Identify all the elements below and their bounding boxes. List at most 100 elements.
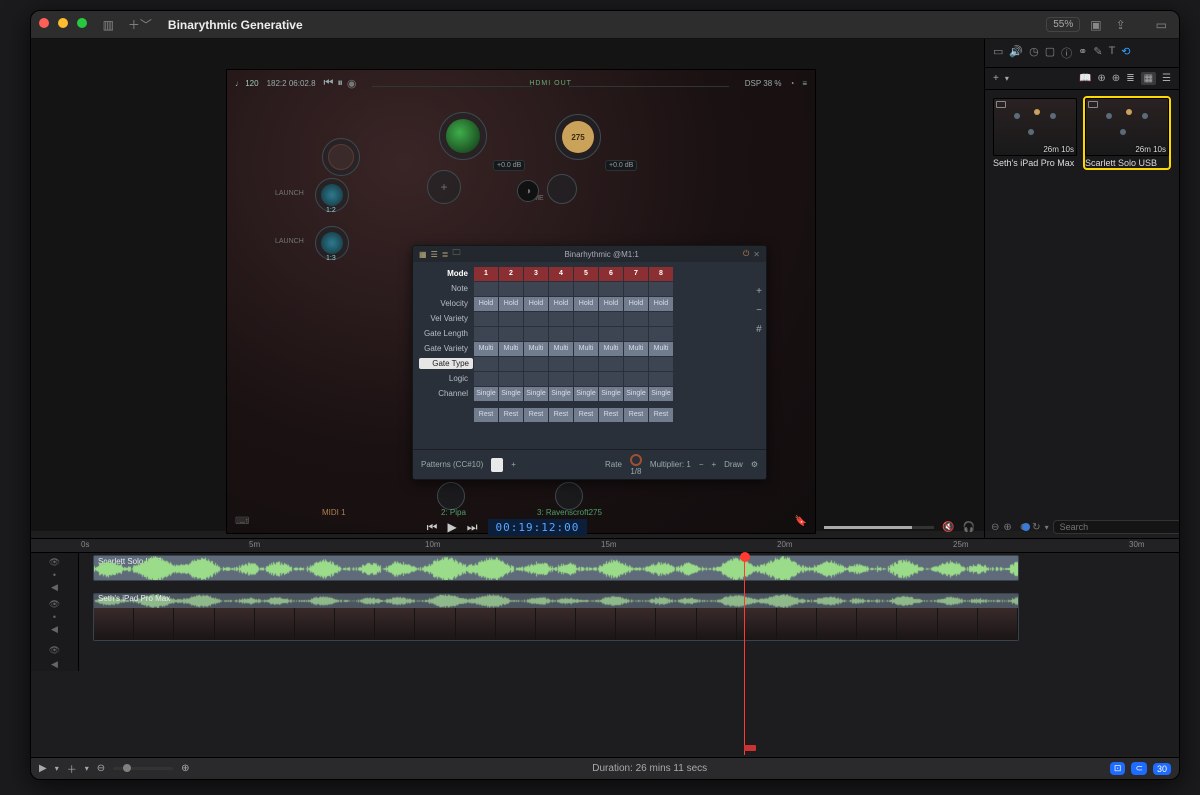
ipad-menu-icon[interactable]: ≡ — [802, 79, 807, 88]
timeline-zoom-slider[interactable] — [113, 767, 173, 770]
minimize-button[interactable] — [58, 18, 68, 28]
thumb-ipad[interactable]: 26m 10s Seth's iPad Pro Max — [993, 98, 1077, 168]
step-2[interactable]: 2 — [499, 267, 523, 281]
step-6[interactable]: 6 — [599, 267, 623, 281]
fullscreen-button[interactable] — [77, 18, 87, 28]
sp-clock-icon[interactable]: ◷ — [1029, 45, 1039, 61]
draw-label[interactable]: Draw — [724, 460, 743, 469]
time-ruler[interactable]: 0s 5m 10m 15m 20m 25m 30m — [31, 539, 1179, 553]
ipad-tuner-icon[interactable]: ◔ — [789, 79, 794, 88]
panels-toggle-icon[interactable]: ▭ — [1152, 18, 1171, 32]
sp-info-icon[interactable]: ⓘ — [1061, 45, 1072, 61]
ipad-pause-icon[interactable]: ⏸ — [337, 77, 343, 90]
zoom-out-icon[interactable]: ⊖ — [991, 522, 999, 533]
step-4[interactable]: 4 — [549, 267, 573, 281]
mult-plus[interactable]: + — [711, 460, 716, 469]
out-node-3[interactable] — [555, 482, 583, 510]
sp-globe-icon[interactable]: ⊕ — [1097, 73, 1105, 84]
ruler-10: 10m — [425, 540, 441, 549]
side-sharp[interactable]: # — [756, 324, 762, 335]
side-minus[interactable]: − — [756, 305, 762, 316]
step-7[interactable]: 7 — [624, 267, 648, 281]
add-media-icon[interactable]: ＋﹀ — [124, 16, 156, 33]
add-node-1[interactable]: + — [427, 170, 461, 204]
sp-link-icon[interactable]: ⚭ — [1078, 45, 1087, 61]
play-button[interactable]: ▶ — [447, 520, 456, 534]
mp-power-icon[interactable]: ⏻ — [743, 249, 749, 259]
lock-toggle-2[interactable]: • — [53, 612, 56, 622]
zoom-in-icon[interactable]: ⊕ — [1003, 522, 1011, 533]
track-row-empty-2: ◀ — [31, 657, 1179, 671]
step-3[interactable]: 3 — [524, 267, 548, 281]
step-8[interactable]: 8 — [649, 267, 673, 281]
sp-view-grid-icon[interactable]: ▦ — [1141, 72, 1156, 85]
sp-book-icon[interactable]: 📖 — [1079, 73, 1091, 84]
lock-toggle-1[interactable]: • — [53, 570, 56, 580]
sp-globe2-icon[interactable]: ⊕ — [1112, 73, 1120, 84]
mult-minus[interactable]: − — [699, 460, 704, 469]
chip-cc-icon[interactable]: ⊡ — [1110, 762, 1126, 775]
ipad-rec-icon[interactable]: ◉ — [347, 77, 357, 90]
mute-toggle-1[interactable]: ◀ — [31, 583, 79, 591]
loop-region-marker[interactable] — [744, 745, 756, 751]
midi-footer: Patterns (CC#10) + Rate 1/8 Multiplier: … — [413, 449, 766, 479]
timecode-display[interactable]: 00:19:12:00 — [488, 519, 588, 536]
gain-1[interactable]: +0.0 dB — [493, 160, 525, 171]
sp-list-icon[interactable]: ≣ — [1126, 73, 1134, 84]
zoom-menu[interactable]: 55% — [1046, 17, 1080, 32]
pointer-tool[interactable]: ▶ — [39, 763, 47, 774]
pattern-slot-1[interactable] — [491, 458, 503, 472]
sp-layers-icon[interactable]: ▭ — [993, 45, 1003, 61]
pad-node[interactable] — [547, 174, 577, 204]
vis-toggle-3[interactable]: 👁 — [49, 645, 60, 656]
settings-gear-icon[interactable]: ⚙ — [751, 460, 758, 469]
mp-tab-4-icon[interactable]: 🗀 — [452, 247, 460, 261]
sp-text-icon[interactable]: T — [1109, 45, 1116, 61]
sp-the-icon[interactable]: ⟲ — [1121, 45, 1130, 61]
share-icon[interactable]: ⇪ — [1112, 18, 1130, 32]
mp-tab-3-icon[interactable]: ≣ — [442, 250, 449, 259]
mute-toggle-3[interactable]: ◀ — [51, 659, 58, 670]
midi-panel-header: ▦ ☰ ≣ 🗀 Binarhythmic @M1:1 ⏻ ✕ — [413, 246, 766, 262]
snap-icon[interactable]: ⊂ — [1131, 762, 1147, 775]
ipad-prev-icon[interactable]: ⏮ — [324, 77, 334, 90]
close-button[interactable] — [39, 18, 49, 28]
sidepanel-add-button[interactable]: + — [993, 73, 999, 84]
vis-toggle-2[interactable]: 👁 — [49, 599, 60, 610]
sidebar-toggle-icon[interactable]: ▥ — [99, 18, 118, 32]
sp-monitor-icon[interactable]: ▢ — [1045, 45, 1055, 61]
bpm-label: ♩ 120 — [235, 79, 259, 88]
loop-icon[interactable]: ↻ — [1032, 522, 1040, 533]
side-plus[interactable]: + — [756, 286, 762, 297]
mp-tab-1-icon[interactable]: ▦ — [419, 250, 427, 259]
headphones-icon[interactable]: 🎧 — [963, 522, 975, 533]
pattern-add[interactable]: + — [511, 460, 516, 469]
search-input[interactable] — [1053, 520, 1180, 534]
add-tool[interactable]: ＋ — [67, 761, 77, 776]
mp-tab-2-icon[interactable]: ☰ — [431, 250, 438, 259]
step-5[interactable]: 5 — [574, 267, 598, 281]
mute-toggle-2[interactable]: ◀ — [51, 624, 58, 635]
mute-speaker-icon[interactable]: 🔇 — [942, 522, 954, 533]
skip-fwd-button[interactable]: ⏭ — [467, 520, 478, 535]
audio-clip-1[interactable]: Scarlett Solo USB — [93, 555, 1019, 581]
thumb-scarlett[interactable]: 26m 10s Scarlett Solo USB — [1085, 98, 1169, 168]
midi-panel-close-icon[interactable]: ✕ — [753, 250, 760, 259]
patterns-label: Patterns (CC#10) — [421, 460, 483, 469]
step-1[interactable]: 1 — [474, 267, 498, 281]
tl-zoom-in-icon[interactable]: ⊕ — [181, 763, 189, 774]
rate-knob[interactable] — [630, 454, 642, 466]
moon-icon[interactable]: ◑ — [517, 180, 539, 202]
sidepanel-search-row: ⊖ ⊕ ⊕ ↻ ▾ — [984, 516, 1179, 538]
out-node-2[interactable] — [437, 482, 465, 510]
video-clip-1[interactable]: Seth's iPad Pro Max — [93, 593, 1019, 641]
skip-back-button[interactable]: ⏮ — [427, 520, 438, 535]
vis-toggle-1[interactable]: 👁 — [49, 557, 60, 568]
sp-view-list-icon[interactable]: ☰ — [1162, 73, 1171, 84]
sp-audio-icon[interactable]: 🔊 — [1009, 45, 1023, 61]
fps-badge[interactable]: 30 — [1153, 763, 1171, 775]
tl-zoom-out-icon[interactable]: ⊖ — [97, 763, 105, 774]
gain-2[interactable]: +0.0 dB — [605, 160, 637, 171]
sp-mask-icon[interactable]: ✎ — [1093, 45, 1102, 61]
crop-icon[interactable]: ▣ — [1086, 18, 1105, 32]
